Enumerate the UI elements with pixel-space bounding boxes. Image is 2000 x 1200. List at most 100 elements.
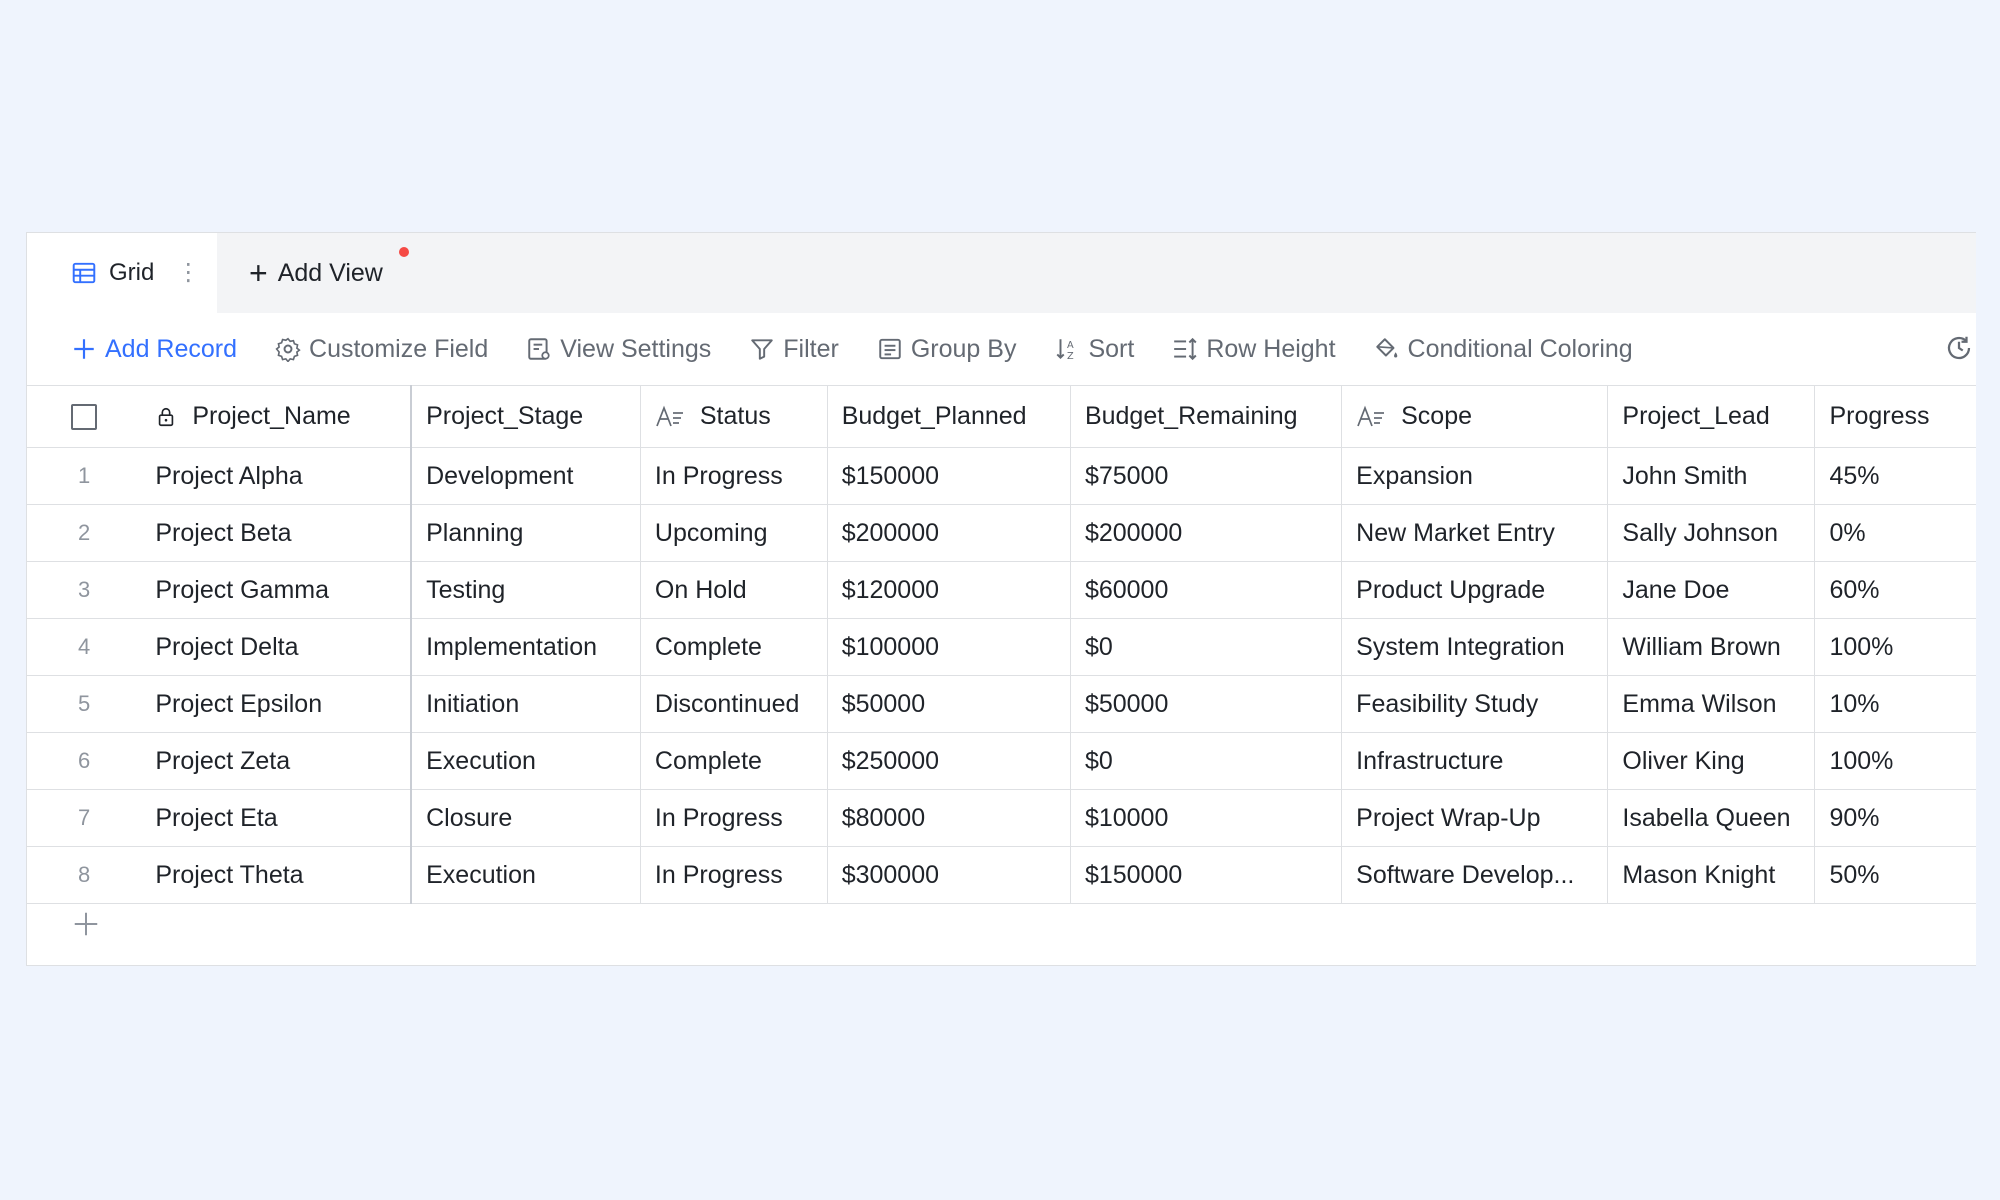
cell-scope[interactable]: System Integration <box>1341 618 1608 676</box>
cell-scope[interactable]: Product Upgrade <box>1341 561 1608 619</box>
cell-project-stage[interactable]: Implementation <box>410 618 641 676</box>
col-header-status[interactable]: Status <box>639 385 828 448</box>
col-header-scope[interactable]: Scope <box>1341 385 1608 448</box>
table-row[interactable]: 4 Project Delta Implementation Complete $100… <box>27 618 1976 676</box>
col-header-label: Project_Stage <box>426 402 584 430</box>
cell-project-lead[interactable]: William Brown <box>1607 618 1815 676</box>
cell-project-lead[interactable]: Sally Johnson <box>1607 504 1815 562</box>
col-header-progress[interactable]: Progress <box>1814 385 1976 448</box>
add-row-plus-icon[interactable] <box>71 909 101 939</box>
cell-progress[interactable]: 60% <box>1814 561 1976 619</box>
cell-budget-remaining[interactable]: $60000 <box>1069 561 1342 619</box>
cell-project-lead[interactable]: Isabella Queen <box>1607 789 1815 847</box>
cell-project-lead[interactable]: Mason Knight <box>1607 846 1815 904</box>
group-by-button[interactable]: Group By <box>877 335 1016 364</box>
cell-status[interactable]: On Hold <box>639 561 828 619</box>
view-settings-button[interactable]: View Settings <box>526 335 711 364</box>
row-height-label: Row Height <box>1206 334 1336 363</box>
cell-project-name[interactable]: Project Theta <box>141 846 413 904</box>
table-row[interactable]: 7 Project Eta Closure In Progress $80000 $100… <box>27 789 1976 847</box>
cell-budget-remaining[interactable]: $75000 <box>1069 447 1342 505</box>
cell-project-name[interactable]: Project Zeta <box>141 732 413 790</box>
table-row[interactable]: 8 Project Theta Execution In Progress $30000… <box>27 846 1976 904</box>
cell-budget-planned[interactable]: $150000 <box>826 447 1071 505</box>
filter-button[interactable]: Filter <box>749 335 839 364</box>
row-height-button[interactable]: Row Height <box>1172 334 1336 364</box>
cell-budget-planned[interactable]: $80000 <box>826 789 1071 847</box>
cell-budget-remaining[interactable]: $0 <box>1069 732 1342 790</box>
cell-progress[interactable]: 45% <box>1814 447 1976 505</box>
cell-project-name[interactable]: Project Beta <box>141 504 413 562</box>
col-header-budget-planned[interactable]: Budget_Planned <box>826 385 1071 448</box>
cell-project-stage[interactable]: Execution <box>410 846 641 904</box>
add-record-button[interactable]: Add Record <box>71 335 237 364</box>
cell-progress[interactable]: 90% <box>1814 789 1976 847</box>
cell-project-lead[interactable]: Emma Wilson <box>1607 675 1815 733</box>
cell-progress[interactable]: 10% <box>1814 675 1976 733</box>
add-view-button[interactable]: + Add View <box>249 233 383 313</box>
cell-budget-planned[interactable]: $250000 <box>826 732 1071 790</box>
cell-budget-remaining[interactable]: $50000 <box>1069 675 1342 733</box>
cell-project-stage[interactable]: Development <box>410 447 641 505</box>
cell-status[interactable]: Discontinued <box>639 675 828 733</box>
gear-icon <box>275 337 301 362</box>
history-icon[interactable] <box>1944 333 1974 363</box>
conditional-coloring-button[interactable]: Conditional Coloring <box>1374 335 1633 364</box>
more-vertical-icon[interactable]: ⋮ <box>176 261 200 285</box>
cell-project-name[interactable]: Project Delta <box>141 618 413 676</box>
cell-status[interactable]: Complete <box>639 732 828 790</box>
cell-progress[interactable]: 0% <box>1814 504 1976 562</box>
customize-field-button[interactable]: Customize Field <box>275 335 488 364</box>
cell-scope[interactable]: Project Wrap-Up <box>1341 789 1608 847</box>
cell-scope[interactable]: New Market Entry <box>1341 504 1608 562</box>
cell-scope[interactable]: Software Develop... <box>1341 846 1608 904</box>
cell-status[interactable]: In Progress <box>639 789 828 847</box>
cell-project-stage[interactable]: Closure <box>410 789 641 847</box>
cell-project-name[interactable]: Project Epsilon <box>141 675 413 733</box>
col-header-budget-remaining[interactable]: Budget_Remaining <box>1069 385 1342 448</box>
col-header-project-stage[interactable]: Project_Stage <box>410 385 641 448</box>
cell-budget-planned[interactable]: $200000 <box>826 504 1071 562</box>
cell-budget-remaining[interactable]: $10000 <box>1069 789 1342 847</box>
sort-button[interactable]: A Z Sort <box>1054 335 1134 364</box>
cell-project-lead[interactable]: John Smith <box>1607 447 1815 505</box>
add-record-label: Add Record <box>105 334 238 363</box>
cell-project-stage[interactable]: Execution <box>410 732 641 790</box>
table-row[interactable]: 2 Project Beta Planning Upcoming $200000 $200… <box>27 504 1976 562</box>
cell-budget-remaining[interactable]: $0 <box>1069 618 1342 676</box>
select-all-checkbox[interactable] <box>71 404 98 431</box>
cell-scope[interactable]: Infrastructure <box>1341 732 1608 790</box>
tab-grid[interactable]: Grid ⋮ <box>27 233 217 313</box>
cell-project-lead[interactable]: Jane Doe <box>1607 561 1815 619</box>
table-row[interactable]: 1 Project Alpha Development In Progress $150… <box>27 447 1976 505</box>
cell-project-lead[interactable]: Oliver King <box>1607 732 1815 790</box>
cell-progress[interactable]: 100% <box>1814 618 1976 676</box>
cell-project-stage[interactable]: Testing <box>410 561 641 619</box>
cell-project-stage[interactable]: Planning <box>410 504 641 562</box>
cell-budget-planned[interactable]: $100000 <box>826 618 1071 676</box>
col-header-project-lead[interactable]: Project_Lead <box>1607 385 1815 448</box>
cell-project-name[interactable]: Project Gamma <box>141 561 413 619</box>
cell-progress[interactable]: 100% <box>1814 732 1976 790</box>
cell-project-stage[interactable]: Initiation <box>410 675 641 733</box>
cell-budget-remaining[interactable]: $150000 <box>1069 846 1342 904</box>
cell-status[interactable]: Upcoming <box>639 504 828 562</box>
text-field-icon <box>1357 406 1385 427</box>
table-row[interactable]: 5 Project Epsilon Initiation Discontinued $5… <box>27 675 1976 733</box>
cell-scope[interactable]: Feasibility Study <box>1341 675 1608 733</box>
cell-scope[interactable]: Expansion <box>1341 447 1608 505</box>
cell-status[interactable]: Complete <box>639 618 828 676</box>
cell-budget-remaining[interactable]: $200000 <box>1069 504 1342 562</box>
cell-budget-planned[interactable]: $50000 <box>826 675 1071 733</box>
table-row[interactable]: 6 Project Zeta Execution Complete $250000 $0 I… <box>27 732 1976 790</box>
table-row[interactable]: 3 Project Gamma Testing On Hold $120000 $6000… <box>27 561 1976 619</box>
cell-budget-planned[interactable]: $300000 <box>826 846 1071 904</box>
cell-project-name[interactable]: Project Eta <box>141 789 413 847</box>
cell-status[interactable]: In Progress <box>639 846 828 904</box>
select-all-cell[interactable] <box>27 385 142 448</box>
cell-project-name[interactable]: Project Alpha <box>141 447 413 505</box>
cell-progress[interactable]: 50% <box>1814 846 1976 904</box>
cell-status[interactable]: In Progress <box>639 447 828 505</box>
cell-budget-planned[interactable]: $120000 <box>826 561 1071 619</box>
col-header-project-name[interactable]: Project_Name <box>141 385 413 448</box>
